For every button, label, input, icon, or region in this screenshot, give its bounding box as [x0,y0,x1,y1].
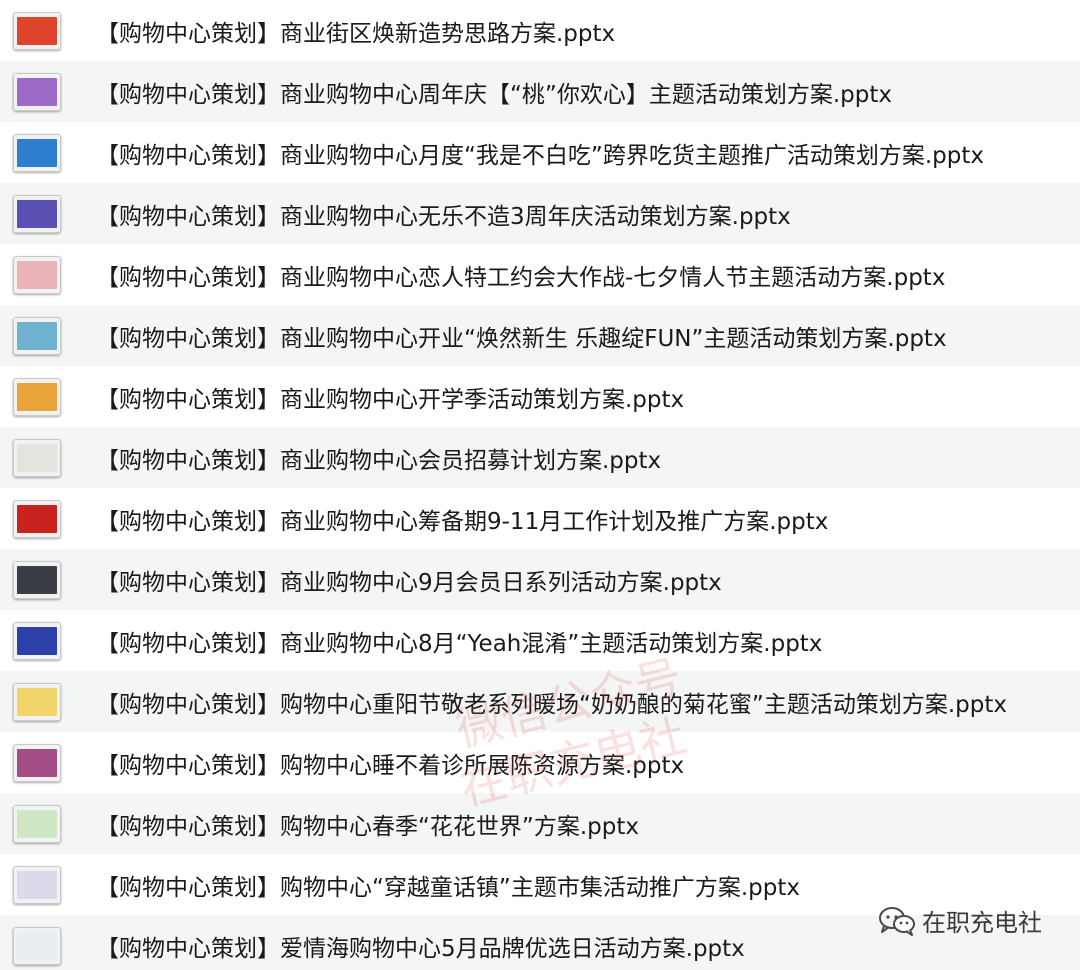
file-name: 【购物中心策划】商业购物中心开业“焕然新生 乐趣绽FUN”主题活动策划方案.pp… [96,325,947,352]
slide-preview [17,931,57,960]
file-row[interactable]: 【购物中心策划】商业购物中心筹备期9-11月工作计划及推广方案.pptx [0,488,1080,549]
file-name: 【购物中心策划】爱情海购物中心5月品牌优选日活动方案.pptx [96,935,745,962]
file-name: 【购物中心策划】购物中心“穿越童话镇”主题市集活动推广方案.pptx [96,874,800,901]
file-row[interactable]: 【购物中心策划】购物中心春季“花花世界”方案.pptx [0,793,1080,854]
file-name: 【购物中心策划】商业购物中心月度“我是不白吃”跨界吃货主题推广活动策划方案.pp… [96,142,984,169]
file-name: 【购物中心策划】购物中心重阳节敬老系列暖场“奶奶酿的菊花蜜”主题活动策划方案.p… [96,691,1007,718]
file-row[interactable]: 【购物中心策划】商业购物中心无乐不造3周年庆活动策划方案.pptx [0,183,1080,244]
wechat-icon [878,906,916,936]
file-list: 【购物中心策划】商业街区焕新造势思路方案.pptx 【购物中心策划】商业购物中心周… [0,0,1080,970]
pptx-thumbnail-icon [13,72,61,111]
pptx-thumbnail-icon [13,194,61,233]
slide-preview [17,504,57,533]
pptx-thumbnail-icon [13,316,61,355]
file-row[interactable]: 【购物中心策划】商业购物中心8月“Yeah混淆”主题活动策划方案.pptx [0,610,1080,671]
pptx-thumbnail-icon [13,865,61,904]
slide-preview [17,260,57,289]
file-name: 【购物中心策划】商业购物中心开学季活动策划方案.pptx [96,386,685,413]
slide-preview [17,870,57,899]
file-name: 【购物中心策划】购物中心睡不着诊所展陈资源方案.pptx [96,752,685,779]
file-row[interactable]: 【购物中心策划】商业购物中心开业“焕然新生 乐趣绽FUN”主题活动策划方案.pp… [0,305,1080,366]
slide-preview [17,565,57,594]
file-name: 【购物中心策划】商业购物中心筹备期9-11月工作计划及推广方案.pptx [96,508,829,535]
file-row[interactable]: 【购物中心策划】商业购物中心恋人特工约会大作战-七夕情人节主题活动方案.pptx [0,244,1080,305]
file-row[interactable]: 【购物中心策划】购物中心重阳节敬老系列暖场“奶奶酿的菊花蜜”主题活动策划方案.p… [0,671,1080,732]
brand-badge: 在职充电社 [878,903,1042,938]
pptx-thumbnail-icon [13,438,61,477]
file-name: 【购物中心策划】商业购物中心会员招募计划方案.pptx [96,447,662,474]
pptx-thumbnail-icon [13,804,61,843]
file-name: 【购物中心策划】商业购物中心周年庆【“桃”你欢心】主题活动策划方案.pptx [96,81,892,108]
file-name: 【购物中心策划】商业购物中心恋人特工约会大作战-七夕情人节主题活动方案.pptx [96,264,946,291]
file-name: 【购物中心策划】商业购物中心8月“Yeah混淆”主题活动策划方案.pptx [96,630,823,657]
pptx-thumbnail-icon [13,133,61,172]
slide-preview [17,16,57,45]
slide-preview [17,626,57,655]
file-row[interactable]: 【购物中心策划】商业购物中心开学季活动策划方案.pptx [0,366,1080,427]
file-row[interactable]: 【购物中心策划】商业购物中心9月会员日系列活动方案.pptx [0,549,1080,610]
slide-preview [17,321,57,350]
brand-label: 在职充电社 [922,909,1042,937]
slide-preview [17,443,57,472]
slide-preview [17,138,57,167]
file-row[interactable]: 【购物中心策划】商业购物中心会员招募计划方案.pptx [0,427,1080,488]
file-name: 【购物中心策划】商业购物中心9月会员日系列活动方案.pptx [96,569,722,596]
pptx-thumbnail-icon [13,377,61,416]
slide-preview [17,809,57,838]
slide-preview [17,382,57,411]
pptx-thumbnail-icon [13,621,61,660]
slide-preview [17,77,57,106]
file-row[interactable]: 【购物中心策划】购物中心睡不着诊所展陈资源方案.pptx [0,732,1080,793]
file-name: 【购物中心策划】商业购物中心无乐不造3周年庆活动策划方案.pptx [96,203,791,230]
file-row[interactable]: 【购物中心策划】商业街区焕新造势思路方案.pptx [0,0,1080,61]
pptx-thumbnail-icon [13,255,61,294]
file-row[interactable]: 【购物中心策划】商业购物中心月度“我是不白吃”跨界吃货主题推广活动策划方案.pp… [0,122,1080,183]
pptx-thumbnail-icon [13,682,61,721]
slide-preview [17,199,57,228]
pptx-thumbnail-icon [13,499,61,538]
file-name: 【购物中心策划】购物中心春季“花花世界”方案.pptx [96,813,639,840]
file-name: 【购物中心策划】商业街区焕新造势思路方案.pptx [96,20,616,47]
pptx-thumbnail-icon [13,560,61,599]
file-row[interactable]: 【购物中心策划】商业购物中心周年庆【“桃”你欢心】主题活动策划方案.pptx [0,61,1080,122]
slide-preview [17,687,57,716]
slide-preview [17,748,57,777]
pptx-thumbnail-icon [13,926,61,965]
pptx-thumbnail-icon [13,11,61,50]
pptx-thumbnail-icon [13,743,61,782]
